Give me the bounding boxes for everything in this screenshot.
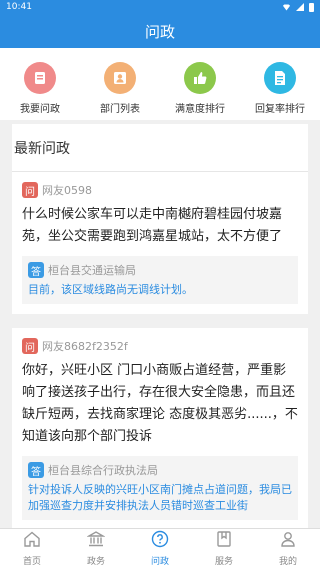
wifi-icon [282,4,291,11]
document-icon [264,62,296,94]
post-card[interactable]: 问 网友8682f2352f 你好，兴旺小区 门口小商贩占道经营，严重影响了接送… [12,328,308,528]
asker-name: 网友0598 [42,184,92,197]
answer-tag: 答 [28,462,44,478]
status-time: 10:41 [6,2,32,12]
ask-icon [24,62,56,94]
quick-nav-label: 部门列表 [100,104,140,115]
question-text: 什么时候公家车可以走中南樾府碧桂园付坡嘉苑，坐公交需要跑到鸿嘉星城站，太不方便了 [22,207,283,244]
answer-text: 目前，该区域线路尚无调线计划。 [28,283,193,296]
tab-wenzheng[interactable]: 问政 [128,529,192,568]
quick-nav-reply-rate[interactable]: 回复率排行 [240,48,320,120]
quick-nav-departments[interactable]: 部门列表 [80,48,160,120]
page-title-bar: 问政 [0,14,320,48]
tab-services[interactable]: 服务 [192,529,256,568]
battery-icon [309,2,314,12]
question-tag: 问 [22,338,38,354]
quick-nav-ask[interactable]: 我要问政 [0,48,80,120]
quick-nav-label: 满意度排行 [175,104,225,115]
answer-text: 针对投诉人反映的兴旺小区南门摊点占道问题，我局已加强巡查力度并安排执法人员错时巡… [28,483,292,512]
tab-label: 政务 [86,557,105,567]
tab-home[interactable]: 首页 [0,529,64,568]
tab-label: 首页 [22,557,41,567]
answer-head: 答 桓台县综合行政执法局 [28,462,292,478]
quick-nav-satisfaction[interactable]: 满意度排行 [160,48,240,120]
section-title: 最新问政 [12,124,308,172]
home-icon [23,530,41,552]
answer-tag: 答 [28,262,44,278]
question-tag: 问 [22,182,38,198]
answer-box: 答 桓台县交通运输局 目前，该区域线路尚无调线计划。 [22,256,298,304]
answer-department: 桓台县交通运输局 [48,264,136,277]
tab-label: 问政 [150,557,169,567]
question-icon [151,530,169,552]
tab-label: 我的 [278,557,297,567]
card-gap [0,314,320,328]
main-content[interactable]: 最新问政 问 网友0598 什么时候公家车可以走中南樾府碧桂园付坡嘉苑，坐公交需… [0,124,320,528]
answer-head: 答 桓台县交通运输局 [28,262,292,278]
post-card[interactable]: 问 网友0598 什么时候公家车可以走中南樾府碧桂园付坡嘉苑，坐公交需要跑到鸿嘉… [12,172,308,314]
page-title: 问政 [144,22,175,41]
tab-profile[interactable]: 我的 [256,529,320,568]
quick-nav-label: 回复率排行 [255,104,305,115]
section-title-text: 最新问政 [14,140,70,157]
government-icon [86,530,106,552]
bottom-tab-bar: 首页 政务 问政 服务 我的 [0,528,320,568]
status-bar: 10:41 [0,0,320,14]
quick-nav-label: 我要问政 [20,104,60,115]
asker-name: 网友8682f2352f [42,340,128,353]
person-icon [104,62,136,94]
tab-label: 服务 [214,557,233,567]
tab-government[interactable]: 政务 [64,529,128,568]
question-text: 你好，兴旺小区 门口小商贩占道经营，严重影响了接送孩子出行，存在很大安全隐患，而… [22,363,298,444]
answer-department: 桓台县综合行政执法局 [48,464,158,477]
profile-icon [279,530,297,552]
answer-box: 答 桓台县综合行政执法局 针对投诉人反映的兴旺小区南门摊点占道问题，我局已加强巡… [22,456,298,520]
signal-icon [296,3,304,11]
quick-nav: 我要问政 部门列表 满意度排行 回复率排行 [0,48,320,120]
bookmark-icon [215,530,233,552]
post-asker: 问 网友0598 [22,182,298,198]
post-asker: 问 网友8682f2352f [22,338,298,354]
thumbs-up-icon [184,62,216,94]
